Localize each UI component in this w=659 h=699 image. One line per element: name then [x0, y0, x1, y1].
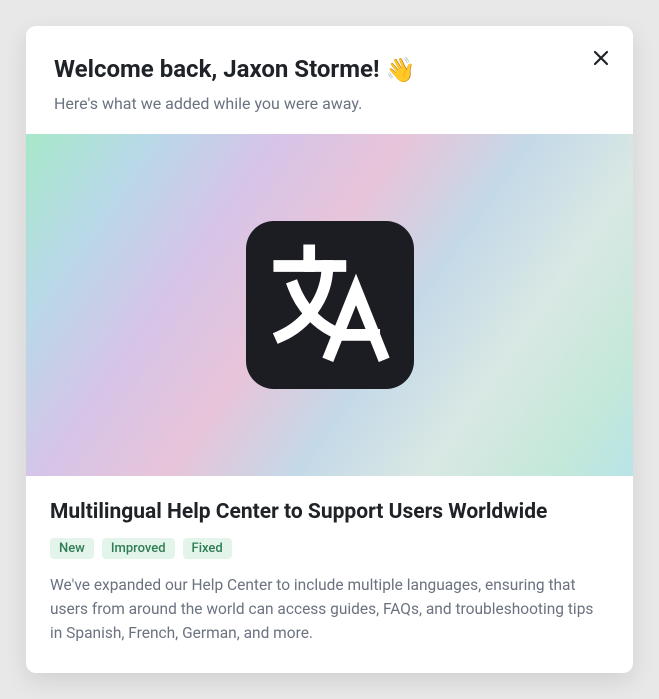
welcome-title: Welcome back, Jaxon Storme!: [54, 54, 379, 85]
modal-header: Welcome back, Jaxon Storme! 👋 Here's wha…: [26, 26, 633, 134]
badge-improved: Improved: [102, 538, 175, 559]
welcome-modal: Welcome back, Jaxon Storme! 👋 Here's wha…: [26, 26, 633, 673]
translate-icon: [265, 240, 395, 370]
feature-title: Multilingual Help Center to Support User…: [50, 498, 609, 526]
feature-description: We've expanded our Help Center to includ…: [50, 573, 609, 645]
welcome-subtitle: Here's what we added while you were away…: [54, 93, 605, 115]
hero-image: [26, 134, 633, 476]
badge-new: New: [50, 538, 94, 559]
close-button[interactable]: [587, 44, 615, 72]
wave-emoji: 👋: [385, 58, 415, 82]
hero-icon-box: [246, 221, 414, 389]
badge-fixed: Fixed: [183, 538, 232, 559]
title-row: Welcome back, Jaxon Storme! 👋: [54, 54, 605, 85]
badge-row: New Improved Fixed: [50, 538, 609, 559]
feature-content: Multilingual Help Center to Support User…: [26, 476, 633, 669]
close-icon: [593, 50, 609, 66]
